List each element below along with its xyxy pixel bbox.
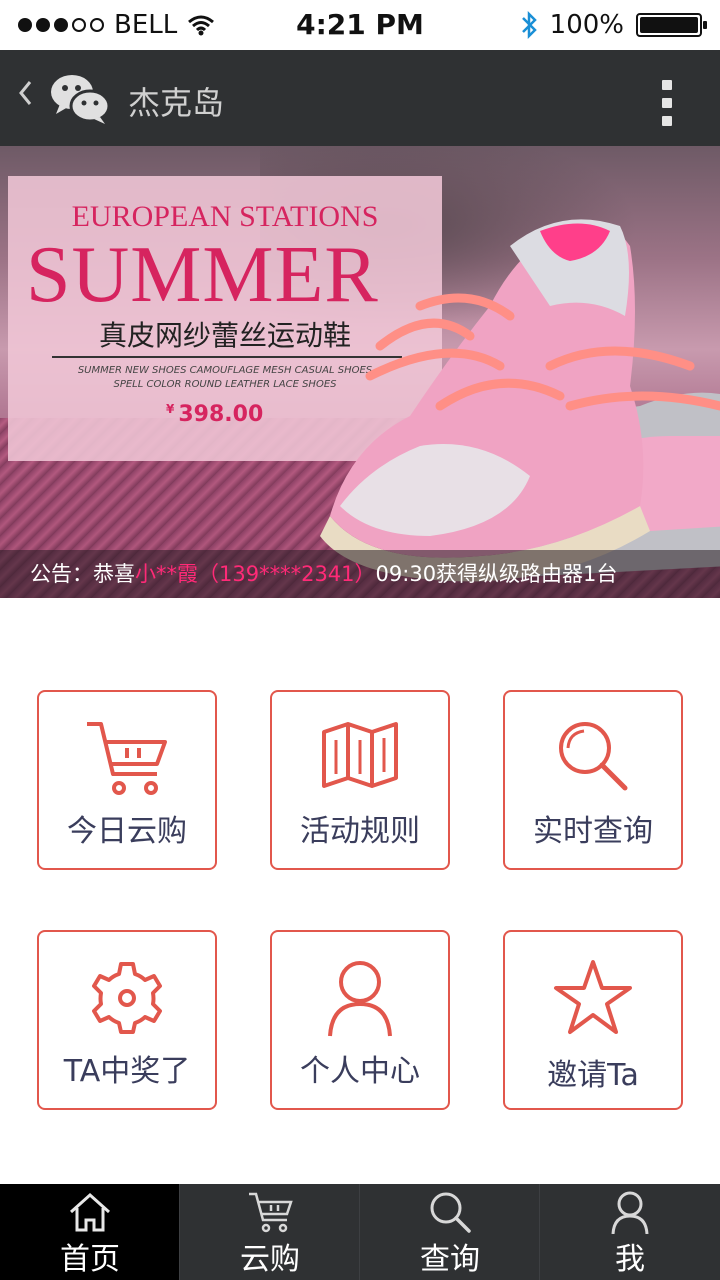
tab-cloud-buy[interactable]: 云购 — [180, 1184, 360, 1280]
tab-label: 首页 — [60, 1242, 120, 1277]
notice-bar: 公告：恭喜小**霞（139****2341）09:30获得纵级路由器1台 — [0, 550, 720, 598]
home-icon — [69, 1192, 110, 1232]
menu-ta-won[interactable]: TA中奖了 — [37, 930, 217, 1110]
gear-icon — [92, 962, 162, 1034]
book-icon — [322, 722, 398, 788]
cart-icon — [248, 1192, 293, 1233]
tab-query[interactable]: 查询 — [360, 1184, 540, 1280]
menu-activity-rules[interactable]: 活动规则 — [270, 690, 450, 870]
page-title: 杰克岛 — [128, 84, 225, 122]
more-vertical-icon[interactable] — [662, 80, 674, 126]
menu-label: 实时查询 — [533, 814, 653, 849]
star-icon — [554, 960, 632, 1034]
tab-home[interactable]: 首页 — [0, 1184, 180, 1280]
menu-label: TA中奖了 — [63, 1054, 191, 1089]
tab-bar: 首页 云购 查询 我 — [0, 1184, 720, 1280]
tab-label: 云购 — [240, 1242, 300, 1277]
chevron-left-icon — [19, 81, 32, 105]
notice-winner: 小**霞（139****2341） — [135, 562, 376, 586]
cart-icon — [87, 722, 167, 795]
bluetooth-icon — [521, 10, 537, 40]
shoe-image — [320, 219, 720, 582]
currency-symbol: ¥ — [166, 402, 175, 416]
menu-label: 邀请Ta — [547, 1058, 639, 1093]
notice-suffix: 09:30获得纵级路由器1台 — [375, 562, 618, 586]
menu-label: 个人中心 — [300, 1054, 420, 1089]
notice-prefix: 公告：恭喜 — [30, 562, 135, 586]
menu-personal-center[interactable]: 个人中心 — [270, 930, 450, 1110]
nav-bar: 杰克岛 — [0, 50, 720, 146]
user-icon — [328, 961, 392, 1037]
price-value: 398.00 — [178, 402, 264, 427]
search-icon — [559, 722, 628, 791]
wechat-icon — [51, 75, 110, 124]
menu-invite-ta[interactable]: 邀请Ta — [503, 930, 683, 1110]
promo-banner[interactable]: EUROPEAN STATIONS SUMMER 真皮网纱蕾丝运动鞋 SUMME… — [0, 146, 720, 598]
menu-realtime-query[interactable]: 实时查询 — [503, 690, 683, 870]
menu-label: 活动规则 — [300, 814, 420, 849]
user-icon — [611, 1191, 649, 1234]
tab-label: 我 — [615, 1242, 645, 1277]
battery-percent: 100% — [549, 10, 624, 40]
search-icon — [430, 1192, 471, 1233]
status-right: 100% — [520, 10, 707, 40]
menu-label: 今日云购 — [67, 814, 187, 849]
menu-today-cloud-buy[interactable]: 今日云购 — [37, 690, 217, 870]
battery-icon — [636, 13, 707, 37]
status-bar: BELL 4:21 PM 100% — [0, 0, 720, 50]
promo-price: ¥398.00 — [166, 402, 263, 427]
tab-label: 查询 — [420, 1242, 480, 1277]
tab-me[interactable]: 我 — [540, 1184, 720, 1280]
back-button[interactable] — [16, 76, 34, 117]
